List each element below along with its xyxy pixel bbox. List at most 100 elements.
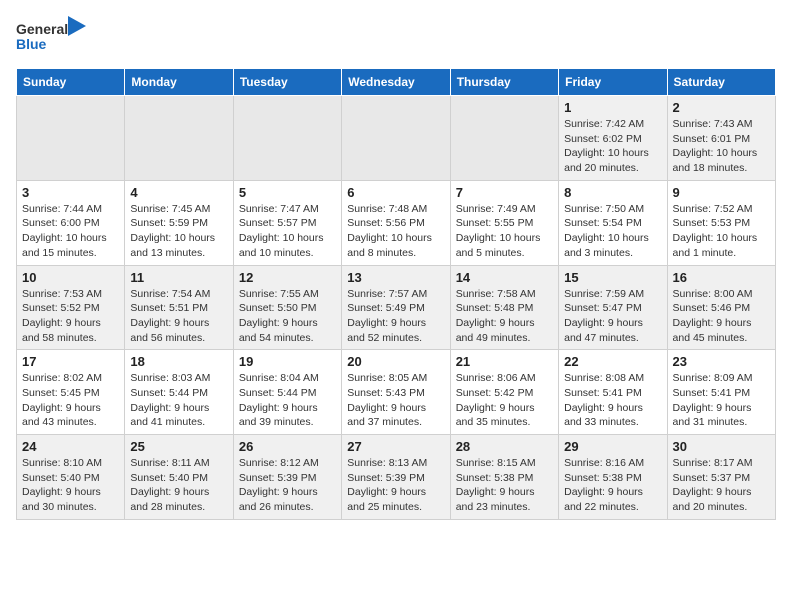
day-number: 26 — [239, 439, 336, 454]
calendar-day-cell: 15 Sunrise: 7:59 AM Sunset: 5:47 PM Dayli… — [559, 265, 667, 350]
calendar-day-cell: 3 Sunrise: 7:44 AM Sunset: 6:00 PM Daylig… — [17, 180, 125, 265]
calendar-day-cell: 21Sunrise: 8:06 AM Sunset: 5:42 PM Dayli… — [450, 350, 558, 435]
calendar-week-row: 24 Sunrise: 8:10 AM Sunset: 5:40 PM Dayli… — [17, 435, 776, 520]
day-number: 24 — [22, 439, 119, 454]
day-info: Sunrise: 7:42 AM Sunset: 6:02 PM Dayligh… — [564, 117, 661, 176]
day-number: 7 — [456, 185, 553, 200]
calendar-day-cell: 7 Sunrise: 7:49 AM Sunset: 5:55 PM Daylig… — [450, 180, 558, 265]
day-info: Sunrise: 7:52 AM Sunset: 5:53 PM Dayligh… — [673, 202, 770, 261]
day-info: Sunrise: 7:55 AM Sunset: 5:50 PM Dayligh… — [239, 287, 336, 346]
day-info: Sunrise: 8:09 AM Sunset: 5:41 PM Dayligh… — [673, 371, 770, 430]
calendar-day-cell — [17, 96, 125, 181]
calendar-day-cell: 24 Sunrise: 8:10 AM Sunset: 5:40 PM Dayli… — [17, 435, 125, 520]
calendar-table: SundayMondayTuesdayWednesdayThursdayFrid… — [16, 68, 776, 520]
day-number: 20 — [347, 354, 444, 369]
column-header-saturday: Saturday — [667, 69, 775, 96]
day-info: Sunrise: 7:59 AM Sunset: 5:47 PM Dayligh… — [564, 287, 661, 346]
day-number: 16 — [673, 270, 770, 285]
day-info: Sunrise: 7:58 AM Sunset: 5:48 PM Dayligh… — [456, 287, 553, 346]
day-number: 18 — [130, 354, 227, 369]
day-number: 15 — [564, 270, 661, 285]
day-info: Sunrise: 8:17 AM Sunset: 5:37 PM Dayligh… — [673, 456, 770, 515]
calendar-day-cell: 5 Sunrise: 7:47 AM Sunset: 5:57 PM Daylig… — [233, 180, 341, 265]
day-number: 10 — [22, 270, 119, 285]
calendar-day-cell: 18 Sunrise: 8:03 AM Sunset: 5:44 PM Dayli… — [125, 350, 233, 435]
day-number: 21 — [456, 354, 553, 369]
day-info: Sunrise: 8:10 AM Sunset: 5:40 PM Dayligh… — [22, 456, 119, 515]
day-number: 27 — [347, 439, 444, 454]
calendar-day-cell: 14 Sunrise: 7:58 AM Sunset: 5:48 PM Dayli… — [450, 265, 558, 350]
calendar-header-row: SundayMondayTuesdayWednesdayThursdayFrid… — [17, 69, 776, 96]
day-info: Sunrise: 7:48 AM Sunset: 5:56 PM Dayligh… — [347, 202, 444, 261]
column-header-monday: Monday — [125, 69, 233, 96]
column-header-tuesday: Tuesday — [233, 69, 341, 96]
calendar-day-cell: 13Sunrise: 7:57 AM Sunset: 5:49 PM Dayli… — [342, 265, 450, 350]
day-info: Sunrise: 7:49 AM Sunset: 5:55 PM Dayligh… — [456, 202, 553, 261]
day-number: 28 — [456, 439, 553, 454]
calendar-day-cell: 12 Sunrise: 7:55 AM Sunset: 5:50 PM Dayli… — [233, 265, 341, 350]
day-info: Sunrise: 8:03 AM Sunset: 5:44 PM Dayligh… — [130, 371, 227, 430]
day-info: Sunrise: 8:13 AM Sunset: 5:39 PM Dayligh… — [347, 456, 444, 515]
day-info: Sunrise: 7:44 AM Sunset: 6:00 PM Dayligh… — [22, 202, 119, 261]
day-info: Sunrise: 8:05 AM Sunset: 5:43 PM Dayligh… — [347, 371, 444, 430]
calendar-day-cell: 11Sunrise: 7:54 AM Sunset: 5:51 PM Dayli… — [125, 265, 233, 350]
day-info: Sunrise: 7:53 AM Sunset: 5:52 PM Dayligh… — [22, 287, 119, 346]
day-number: 23 — [673, 354, 770, 369]
day-info: Sunrise: 7:47 AM Sunset: 5:57 PM Dayligh… — [239, 202, 336, 261]
day-number: 14 — [456, 270, 553, 285]
day-info: Sunrise: 8:16 AM Sunset: 5:38 PM Dayligh… — [564, 456, 661, 515]
day-number: 30 — [673, 439, 770, 454]
calendar-day-cell: 23 Sunrise: 8:09 AM Sunset: 5:41 PM Dayli… — [667, 350, 775, 435]
day-number: 8 — [564, 185, 661, 200]
calendar-day-cell: 30 Sunrise: 8:17 AM Sunset: 5:37 PM Dayli… — [667, 435, 775, 520]
page-header: GeneralBlue — [16, 16, 776, 56]
day-info: Sunrise: 8:02 AM Sunset: 5:45 PM Dayligh… — [22, 371, 119, 430]
svg-text:Blue: Blue — [16, 36, 47, 52]
calendar-day-cell: 28 Sunrise: 8:15 AM Sunset: 5:38 PM Dayli… — [450, 435, 558, 520]
day-info: Sunrise: 8:12 AM Sunset: 5:39 PM Dayligh… — [239, 456, 336, 515]
day-number: 25 — [130, 439, 227, 454]
day-info: Sunrise: 7:50 AM Sunset: 5:54 PM Dayligh… — [564, 202, 661, 261]
svg-text:General: General — [16, 21, 68, 37]
calendar-week-row: 17Sunrise: 8:02 AM Sunset: 5:45 PM Dayli… — [17, 350, 776, 435]
calendar-day-cell: 17Sunrise: 8:02 AM Sunset: 5:45 PM Dayli… — [17, 350, 125, 435]
day-number: 6 — [347, 185, 444, 200]
day-info: Sunrise: 8:15 AM Sunset: 5:38 PM Dayligh… — [456, 456, 553, 515]
calendar-day-cell: 10 Sunrise: 7:53 AM Sunset: 5:52 PM Dayli… — [17, 265, 125, 350]
day-info: Sunrise: 7:45 AM Sunset: 5:59 PM Dayligh… — [130, 202, 227, 261]
calendar-day-cell: 16 Sunrise: 8:00 AM Sunset: 5:46 PM Dayli… — [667, 265, 775, 350]
calendar-day-cell: 1 Sunrise: 7:42 AM Sunset: 6:02 PM Daylig… — [559, 96, 667, 181]
day-number: 5 — [239, 185, 336, 200]
calendar-day-cell: 19Sunrise: 8:04 AM Sunset: 5:44 PM Dayli… — [233, 350, 341, 435]
calendar-day-cell: 20 Sunrise: 8:05 AM Sunset: 5:43 PM Dayli… — [342, 350, 450, 435]
day-number: 1 — [564, 100, 661, 115]
calendar-day-cell: 25 Sunrise: 8:11 AM Sunset: 5:40 PM Dayli… — [125, 435, 233, 520]
day-number: 4 — [130, 185, 227, 200]
calendar-day-cell — [233, 96, 341, 181]
day-info: Sunrise: 8:08 AM Sunset: 5:41 PM Dayligh… — [564, 371, 661, 430]
logo-svg: GeneralBlue — [16, 16, 86, 56]
day-number: 22 — [564, 354, 661, 369]
day-number: 3 — [22, 185, 119, 200]
calendar-day-cell: 26 Sunrise: 8:12 AM Sunset: 5:39 PM Dayli… — [233, 435, 341, 520]
calendar-week-row: 1 Sunrise: 7:42 AM Sunset: 6:02 PM Daylig… — [17, 96, 776, 181]
calendar-day-cell — [342, 96, 450, 181]
day-info: Sunrise: 8:11 AM Sunset: 5:40 PM Dayligh… — [130, 456, 227, 515]
day-info: Sunrise: 7:43 AM Sunset: 6:01 PM Dayligh… — [673, 117, 770, 176]
calendar-day-cell: 2 Sunrise: 7:43 AM Sunset: 6:01 PM Daylig… — [667, 96, 775, 181]
calendar-day-cell: 4 Sunrise: 7:45 AM Sunset: 5:59 PM Daylig… — [125, 180, 233, 265]
column-header-wednesday: Wednesday — [342, 69, 450, 96]
day-number: 11 — [130, 270, 227, 285]
day-number: 12 — [239, 270, 336, 285]
column-header-friday: Friday — [559, 69, 667, 96]
calendar-day-cell: 27 Sunrise: 8:13 AM Sunset: 5:39 PM Dayli… — [342, 435, 450, 520]
calendar-week-row: 10 Sunrise: 7:53 AM Sunset: 5:52 PM Dayli… — [17, 265, 776, 350]
calendar-week-row: 3 Sunrise: 7:44 AM Sunset: 6:00 PM Daylig… — [17, 180, 776, 265]
day-info: Sunrise: 8:00 AM Sunset: 5:46 PM Dayligh… — [673, 287, 770, 346]
calendar-day-cell: 29Sunrise: 8:16 AM Sunset: 5:38 PM Dayli… — [559, 435, 667, 520]
day-number: 2 — [673, 100, 770, 115]
calendar-day-cell: 8 Sunrise: 7:50 AM Sunset: 5:54 PM Daylig… — [559, 180, 667, 265]
calendar-day-cell: 22 Sunrise: 8:08 AM Sunset: 5:41 PM Dayli… — [559, 350, 667, 435]
logo: GeneralBlue — [16, 16, 86, 56]
day-info: Sunrise: 7:57 AM Sunset: 5:49 PM Dayligh… — [347, 287, 444, 346]
